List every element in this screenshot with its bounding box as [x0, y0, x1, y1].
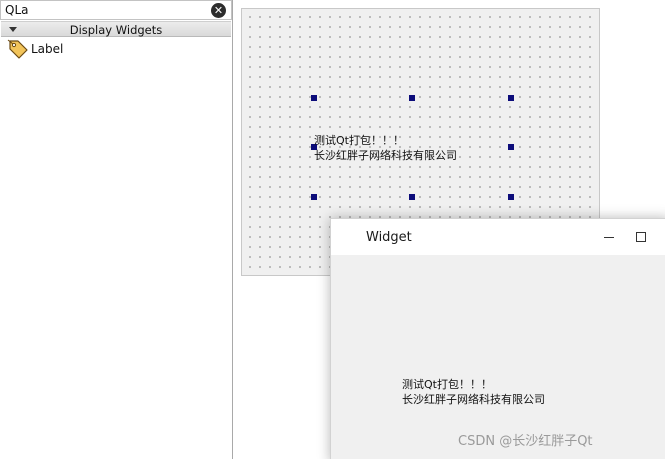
selection-handle-bottom-right[interactable]: [508, 194, 514, 200]
category-display-widgets[interactable]: Display Widgets: [1, 21, 231, 37]
maximize-button[interactable]: [631, 228, 653, 246]
preview-label: 测试Qt打包！！！ 长沙红胖子网络科技有限公司: [402, 377, 622, 407]
preview-label-line-1: 测试Qt打包！！！: [402, 378, 492, 391]
selection-handle-bottom-left[interactable]: [311, 194, 317, 200]
widget-item-label[interactable]: Label: [2, 39, 230, 59]
category-label: Display Widgets: [69, 23, 163, 37]
widget-box-panel: ✕ Display Widgets Label: [0, 0, 233, 459]
label-line-1: 测试Qt打包！！！: [314, 134, 404, 147]
designer-label-widget[interactable]: 测试Qt打包！！！ 长沙红胖子网络科技有限公司: [314, 133, 514, 163]
selection-handle-top-right[interactable]: [508, 95, 514, 101]
window-titlebar[interactable]: Widget: [331, 219, 665, 255]
preview-label-line-2: 长沙红胖子网络科技有限公司: [402, 393, 545, 406]
selection-handle-top-left[interactable]: [311, 95, 317, 101]
widget-preview-window: Widget 测试Qt打包！！！ 长沙红胖子网络科技有限公司: [330, 218, 665, 459]
window-title: Widget: [366, 230, 412, 245]
selection-handle-top[interactable]: [409, 95, 415, 101]
label-line-2: 长沙红胖子网络科技有限公司: [314, 149, 457, 162]
filter-bar: ✕: [0, 0, 232, 20]
label-tag-icon: [7, 39, 29, 59]
widget-item-label-text: Label: [31, 42, 64, 56]
minimize-button[interactable]: [598, 228, 620, 246]
selection-handle-bottom[interactable]: [409, 194, 415, 200]
csdn-watermark: CSDN @长沙红胖子Qt: [458, 434, 593, 449]
clear-filter-button[interactable]: ✕: [211, 3, 226, 18]
widget-filter-input[interactable]: [5, 2, 205, 18]
